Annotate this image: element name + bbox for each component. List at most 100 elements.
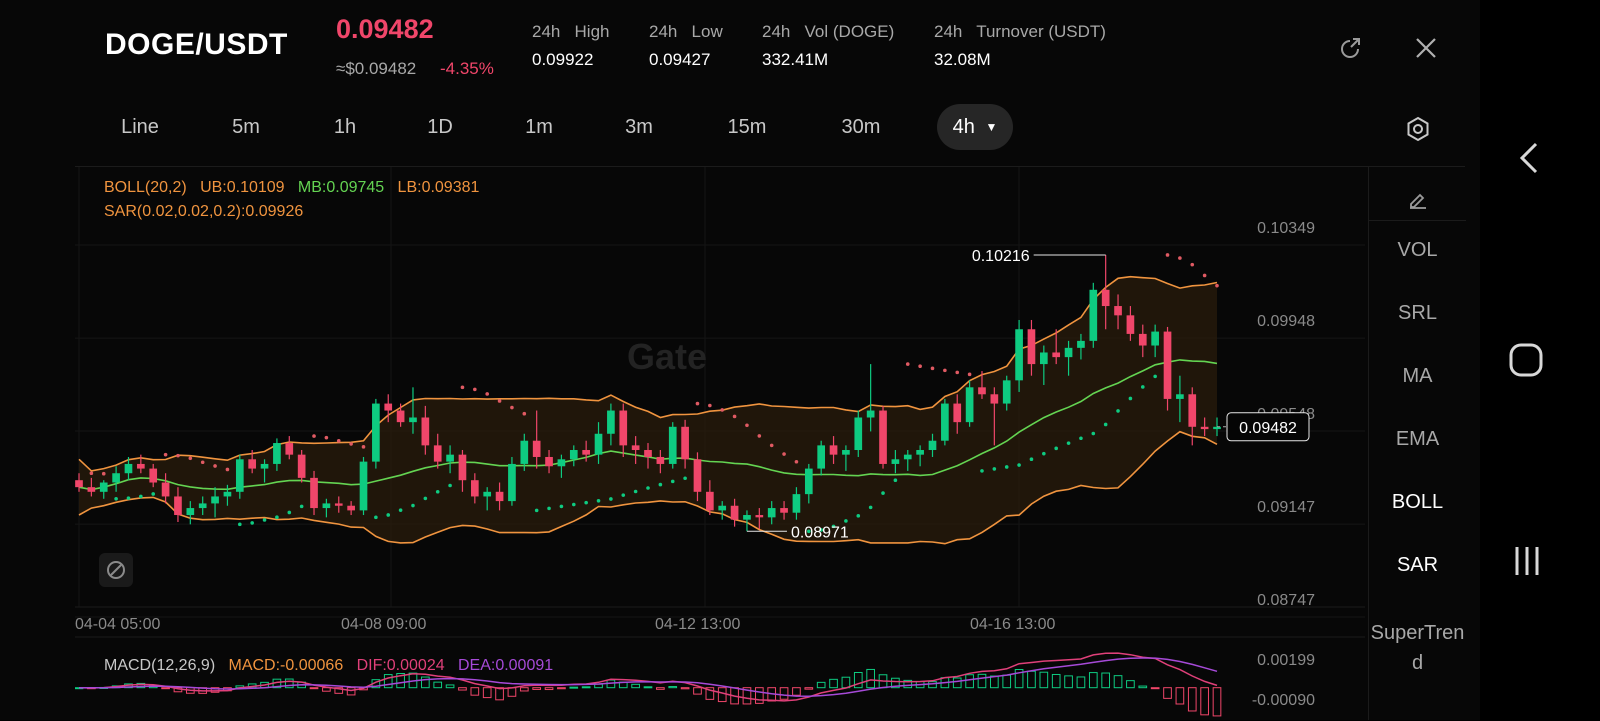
macd-histogram-bar <box>1163 687 1172 699</box>
macd-histogram-bar <box>519 687 529 692</box>
macd-histogram-bar <box>507 687 517 697</box>
macd-histogram-bar <box>433 681 443 689</box>
edit-icon <box>1410 193 1426 209</box>
tab-15m[interactable]: 15m <box>707 104 787 150</box>
indicator-boll[interactable]: BOLL <box>1369 491 1466 514</box>
tab-30m[interactable]: 30m <box>821 104 901 150</box>
indicator-sar[interactable]: SAR <box>1369 554 1466 577</box>
sar-dot <box>1017 463 1021 467</box>
sar-dot <box>596 498 601 503</box>
sar-dot <box>633 489 638 494</box>
macd-axis-label: 0.00199 <box>1257 652 1315 669</box>
home-icon[interactable] <box>1508 342 1544 383</box>
sar-dot <box>658 482 663 487</box>
sar-dot <box>732 414 737 419</box>
settings-icon[interactable] <box>1403 114 1433 144</box>
sar-dot <box>1091 431 1096 436</box>
indicator-vol[interactable]: VOL <box>1369 239 1466 262</box>
share-icon[interactable] <box>1336 34 1364 62</box>
macd-histogram-bar <box>754 687 764 704</box>
sar-dot <box>757 434 762 438</box>
sar-dot <box>1103 422 1108 427</box>
price-axis-label: 0.09948 <box>1257 313 1315 330</box>
back-icon[interactable] <box>1514 140 1544 181</box>
close-icon[interactable] <box>1412 34 1440 62</box>
app-window: DOGE/USDT 0.09482 ≈$0.09482 -4.35% 24h H… <box>0 0 1480 720</box>
sar-dot <box>943 368 947 373</box>
sar-dot <box>1004 465 1009 469</box>
usd-price: ≈$0.09482 <box>336 59 417 78</box>
indicator-srl[interactable]: SRL <box>1369 302 1466 325</box>
stat-value: 32.08M <box>934 50 991 69</box>
macd-histogram-bar <box>866 668 875 689</box>
sar-dot <box>955 370 960 375</box>
edit-button[interactable] <box>1369 176 1466 221</box>
sar-dot <box>299 504 304 509</box>
sar-dot <box>745 423 749 428</box>
sar-dot <box>1128 396 1133 401</box>
price-axis-label: 0.08747 <box>1257 592 1315 609</box>
macd-histogram-bar <box>680 687 690 690</box>
macd-histogram-bar <box>557 687 566 690</box>
sar-dot <box>163 452 168 457</box>
macd-histogram-bar <box>1212 687 1222 717</box>
macd-histogram-bar <box>1150 687 1160 690</box>
macd-histogram-bar <box>532 687 542 690</box>
indicator-ema[interactable]: EMA <box>1369 428 1466 451</box>
sar-dot <box>670 479 675 484</box>
tab-line[interactable]: Line <box>100 104 180 150</box>
candle <box>941 398 949 446</box>
price-chart[interactable]: 0.103490.099480.095480.091470.08747 Gate… <box>75 167 1365 721</box>
sar-dot <box>262 518 267 522</box>
candle <box>1163 326 1172 411</box>
sar-dot <box>856 514 861 518</box>
candle <box>1089 282 1098 348</box>
macd-histogram-bar <box>952 677 962 689</box>
sar-dot <box>782 452 786 456</box>
sar-dot <box>435 489 440 494</box>
sar-dot <box>683 476 687 481</box>
stat-label: 24h Vol (DOGE) <box>762 22 895 41</box>
sar-dot <box>695 401 700 406</box>
macd-histogram-bar <box>1076 676 1086 689</box>
indicator-ma[interactable]: MA <box>1369 365 1466 388</box>
macd-label: MACD(12,26,9) <box>104 657 216 674</box>
tab-1m[interactable]: 1m <box>499 104 579 150</box>
candle <box>297 450 306 483</box>
macd-histogram-bar <box>1002 674 1012 689</box>
tab-5m[interactable]: 5m <box>206 104 286 150</box>
sar-dot <box>287 510 292 515</box>
sar-dot <box>1215 283 1219 288</box>
tab-4h[interactable]: 4h ▼ <box>937 104 1013 150</box>
sar-dot <box>1165 253 1170 257</box>
dea-value: DEA:0.00091 <box>457 657 554 674</box>
indicator-supertrend[interactable]: SuperTrend <box>1369 618 1466 678</box>
macd-histogram-bar <box>977 673 987 689</box>
tab-1h[interactable]: 1h <box>305 104 385 150</box>
sar-dot <box>930 366 935 371</box>
sar-dot <box>794 459 799 464</box>
stat-24h-low: 24h Low 0.09427 <box>649 22 723 70</box>
boll-label: BOLL(20,2) <box>104 179 187 196</box>
tab-1d[interactable]: 1D <box>400 104 480 150</box>
sar-dot <box>844 519 848 523</box>
sar-dot <box>336 439 341 443</box>
stat-label: 24h Low <box>649 22 723 41</box>
sar-dot <box>584 500 588 505</box>
macd-histogram-bar <box>544 687 554 691</box>
macd-histogram-bar <box>482 687 492 699</box>
chart-area[interactable]: 0.103490.099480.095480.091470.08747 Gate… <box>75 166 1465 721</box>
tab-3m[interactable]: 3m <box>599 104 679 150</box>
caret-down-icon: ▼ <box>985 120 998 134</box>
stat-label: 24h High <box>532 22 610 41</box>
high-price-label: 0.10216 <box>972 248 1030 265</box>
sar-dot <box>411 503 415 508</box>
candle <box>508 456 516 506</box>
sar-dot <box>868 505 873 510</box>
macd-histogram-bar <box>1138 685 1148 689</box>
macd-histogram-bar <box>445 684 455 689</box>
drawing-tool-icon[interactable] <box>99 553 133 587</box>
macd-histogram-bar <box>693 687 702 695</box>
recents-icon[interactable] <box>1510 544 1544 583</box>
sar-dot <box>646 486 650 490</box>
